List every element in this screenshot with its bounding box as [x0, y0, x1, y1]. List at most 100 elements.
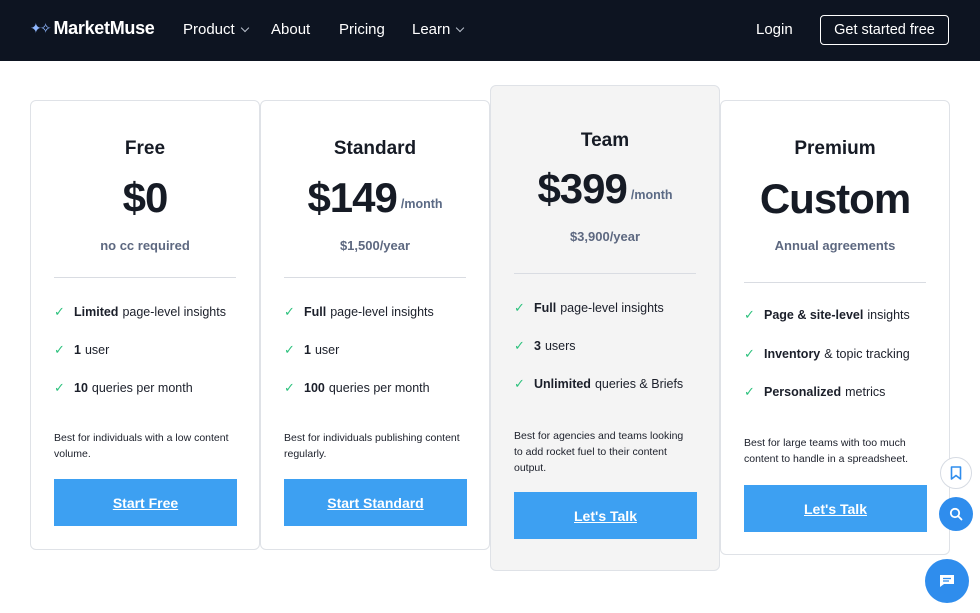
- check-icon: ✓: [744, 307, 755, 322]
- search-button[interactable]: [939, 497, 973, 531]
- search-icon: [949, 507, 963, 521]
- divider: [284, 277, 466, 278]
- check-icon: ✓: [54, 380, 65, 395]
- feature-bold: 1: [74, 343, 81, 357]
- price-row: $149 /month: [261, 177, 489, 219]
- price-period: /month: [630, 188, 673, 202]
- get-started-button[interactable]: Get started free: [820, 15, 949, 45]
- divider: [54, 277, 236, 278]
- plan-price: $149: [307, 174, 397, 221]
- plan-name: Standard: [333, 138, 417, 159]
- feature-text: queries per month: [91, 381, 193, 395]
- check-icon: ✓: [744, 384, 755, 399]
- start-free-button[interactable]: Start Free: [54, 479, 237, 526]
- feature-item: ✓ Personalized metrics: [744, 384, 885, 400]
- check-icon: ✓: [744, 346, 755, 361]
- feature-bold: Inventory: [764, 347, 821, 361]
- feature-bold: 100: [304, 381, 325, 395]
- premium-lets-talk-button[interactable]: Let's Talk: [744, 485, 927, 532]
- plan-name: Free: [124, 138, 166, 159]
- nav-learn-label: Learn: [412, 21, 451, 38]
- feature-item: ✓ Page & site-level insights: [744, 307, 910, 323]
- check-icon: ✓: [284, 380, 295, 395]
- start-standard-button[interactable]: Start Standard: [284, 479, 467, 526]
- check-icon: ✓: [514, 338, 525, 353]
- feature-text: & topic tracking: [824, 347, 910, 361]
- plan-card-standard: Standard $149 /month $1,500/year ✓ Full …: [260, 100, 490, 550]
- feature-bold: Full: [304, 305, 327, 319]
- plan-price: Custom: [759, 175, 911, 222]
- plan-name: Premium: [794, 138, 876, 159]
- feature-text: page-level insights: [122, 305, 226, 319]
- feature-item: ✓ Full page-level insights: [284, 304, 434, 320]
- feature-item: ✓ 100 queries per month: [284, 380, 430, 396]
- plan-description: Best for agencies and teams looking to a…: [514, 430, 684, 474]
- check-icon: ✓: [284, 342, 295, 357]
- feature-text: user: [84, 343, 110, 357]
- plan-subtext: $1,500/year: [339, 238, 411, 253]
- feature-item: ✓ Full page-level insights: [514, 300, 664, 316]
- feature-text: metrics: [845, 385, 886, 399]
- feature-text: insights: [867, 308, 910, 322]
- feature-text: page-level insights: [330, 305, 434, 319]
- plan-description: Best for large teams with too much conte…: [744, 437, 909, 465]
- divider: [514, 273, 696, 274]
- price-row: $399 /month: [491, 168, 719, 210]
- feature-bold: Unlimited: [534, 377, 591, 391]
- feature-item: ✓ Inventory & topic tracking: [744, 346, 910, 362]
- chevron-down-icon: [240, 23, 249, 32]
- feature-item: ✓ Unlimited queries & Briefs: [514, 376, 683, 392]
- plan-card-team: Team $399 /month $3,900/year ✓ Full page…: [490, 85, 720, 571]
- feature-text: users: [544, 339, 576, 353]
- plan-description: Best for individuals publishing content …: [284, 432, 460, 460]
- feature-bold: 3: [534, 339, 541, 353]
- nav-about-label: About: [271, 21, 311, 38]
- login-link[interactable]: Login: [756, 21, 793, 38]
- check-icon: ✓: [284, 304, 295, 319]
- feature-item: ✓ Limited page-level insights: [54, 304, 226, 320]
- bookmark-icon: [950, 466, 962, 480]
- price-row: $0: [31, 177, 259, 219]
- feature-item: ✓ 1 user: [54, 342, 109, 358]
- feature-bold: 10: [74, 381, 88, 395]
- sparkle-icon: ✦✧: [30, 20, 52, 36]
- feature-text: queries per month: [328, 381, 430, 395]
- logo[interactable]: ✦✧ MarketMuse: [30, 18, 155, 39]
- feature-item: ✓ 1 user: [284, 342, 339, 358]
- feature-bold: Personalized: [764, 385, 842, 399]
- price-row: Custom: [721, 178, 949, 220]
- team-lets-talk-button[interactable]: Let's Talk: [514, 492, 697, 539]
- chat-icon: [940, 575, 954, 587]
- plan-card-premium: Premium Custom Annual agreements ✓ Page …: [720, 100, 950, 555]
- plan-card-free: Free $0 no cc required ✓ Limited page-le…: [30, 100, 260, 550]
- feature-text: page-level insights: [560, 301, 664, 315]
- plan-price: $399: [537, 165, 627, 212]
- feature-bold: Full: [534, 301, 557, 315]
- top-nav: ✦✧ MarketMuse Product About Pricing Lear…: [0, 0, 980, 61]
- nav-product[interactable]: Product: [183, 21, 249, 38]
- nav-about[interactable]: About: [271, 21, 310, 38]
- check-icon: ✓: [54, 304, 65, 319]
- feature-text: queries & Briefs: [594, 377, 684, 391]
- check-icon: ✓: [514, 376, 525, 391]
- feature-item: ✓ 3 users: [514, 338, 576, 354]
- chat-button[interactable]: [925, 559, 969, 603]
- feature-bold: 1: [304, 343, 311, 357]
- brand-name: MarketMuse: [53, 18, 155, 38]
- nav-product-label: Product: [183, 21, 235, 38]
- check-icon: ✓: [54, 342, 65, 357]
- nav-pricing[interactable]: Pricing: [339, 21, 385, 38]
- price-period: /month: [400, 197, 443, 211]
- chevron-down-icon: [456, 23, 465, 32]
- plan-name: Team: [580, 130, 630, 151]
- feature-bold: Limited: [74, 305, 119, 319]
- bookmark-button[interactable]: [940, 457, 972, 489]
- feature-bold: Page & site-level: [764, 308, 864, 322]
- nav-learn[interactable]: Learn: [412, 21, 465, 38]
- nav-pricing-label: Pricing: [339, 21, 385, 38]
- feature-item: ✓ 10 queries per month: [54, 380, 193, 396]
- feature-text: user: [314, 343, 340, 357]
- plan-subtext: $3,900/year: [569, 229, 641, 244]
- divider: [744, 282, 926, 283]
- plan-subtext: no cc required: [100, 238, 190, 253]
